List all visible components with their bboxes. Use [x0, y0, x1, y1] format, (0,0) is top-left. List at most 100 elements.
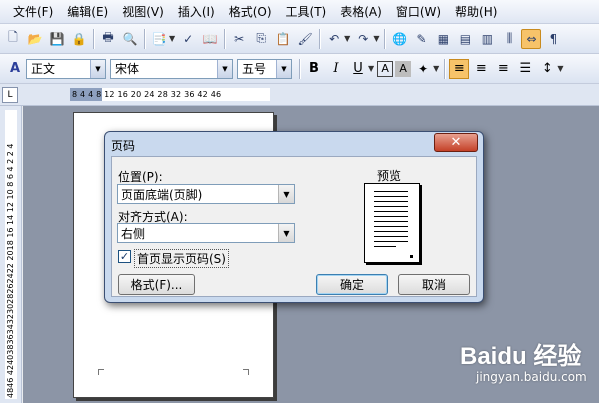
cut-icon[interactable]: ✂	[229, 29, 249, 49]
save-icon[interactable]: 💾	[47, 29, 67, 49]
open-folder-icon[interactable]: 📂	[25, 29, 45, 49]
paste-icon[interactable]: 📋	[273, 29, 293, 49]
crop-mark	[243, 369, 249, 375]
position-value: 页面底端(页脚)	[121, 187, 203, 202]
research-icon[interactable]: 📑	[149, 29, 169, 49]
menu-insert[interactable]: 插入(I)	[171, 2, 222, 22]
menu-help[interactable]: 帮助(H)	[448, 2, 504, 22]
preview-line	[374, 236, 408, 237]
position-label: 位置(P):	[118, 170, 163, 184]
vertical-ruler: 4846 4240383634323028262422 2018 16 14 1…	[0, 106, 22, 403]
format-button[interactable]: 格式(F)...	[118, 274, 195, 295]
chevron-down-icon[interactable]: ▼	[373, 34, 379, 43]
chevron-down-icon[interactable]: ▼	[278, 224, 294, 242]
chevron-down-icon[interactable]: ▼	[433, 64, 439, 73]
preview-line	[374, 226, 408, 227]
font-value: 宋体	[115, 62, 140, 76]
hyperlink-icon[interactable]: 🌐	[389, 29, 409, 49]
menu-edit[interactable]: 编辑(E)	[60, 2, 115, 22]
toolbar-separator	[384, 28, 386, 49]
preview-line	[374, 241, 408, 242]
baidu-logo: Baidu 经验	[460, 343, 582, 370]
font-size-value: 五号	[242, 62, 267, 76]
vertical-ruler-numbers: 4846 4240383634323028262422 2018 16 14 1…	[6, 143, 15, 398]
chevron-down-icon[interactable]: ▼	[278, 185, 294, 203]
line-spacing-icon[interactable]: ↕	[537, 59, 557, 79]
alignment-select[interactable]: 右侧 ▼	[117, 223, 295, 243]
style-combo[interactable]: 正文 ▼	[26, 58, 106, 79]
ok-button[interactable]: 确定	[316, 274, 388, 295]
insert-table-icon[interactable]: ▦	[433, 29, 453, 49]
preview-line	[374, 196, 408, 197]
copy-icon[interactable]: ⎘	[251, 29, 271, 49]
standard-toolbar: 🗋 📂 💾 🔒 🖶 🔍 📑 ▼ ✓ 📖 ✂ ⎘ 📋 🖌 ↶ ▼ ↷ ▼ 🌐 ✎ …	[0, 24, 599, 54]
print-preview-icon[interactable]: 🔍	[120, 29, 140, 49]
menu-file[interactable]: 文件(F)	[6, 2, 60, 22]
preview-line	[374, 246, 396, 247]
menu-tools[interactable]: 工具(T)	[279, 2, 334, 22]
preview-page-number	[410, 255, 413, 258]
preview-line	[374, 231, 408, 232]
align-right-icon[interactable]: ≡	[493, 59, 513, 79]
format-painter-icon[interactable]: 🖌	[295, 29, 315, 49]
spelling-icon[interactable]: ✓	[178, 29, 198, 49]
font-combo[interactable]: 宋体 ▼	[110, 58, 233, 79]
italic-button[interactable]: I	[326, 59, 346, 79]
align-center-icon[interactable]: ≡	[471, 59, 491, 79]
research-book-icon[interactable]: 📖	[200, 29, 220, 49]
document-map-icon[interactable]: ⇔	[521, 28, 542, 49]
drawing-icon[interactable]: ⫼	[499, 29, 519, 49]
chevron-down-icon[interactable]: ▼	[368, 64, 374, 73]
chevron-down-icon[interactable]: ▼	[276, 59, 291, 78]
toolbar-separator	[444, 58, 446, 79]
chevron-down-icon[interactable]: ▼	[169, 34, 175, 43]
insert-excel-icon[interactable]: ▤	[455, 29, 475, 49]
character-border-button[interactable]: A	[377, 60, 394, 77]
style-value: 正文	[31, 62, 56, 76]
baidu-watermark: Baidu 经验 jingyan.baidu.com	[446, 334, 596, 400]
preview-line	[374, 206, 408, 207]
cancel-button[interactable]: 取消	[398, 274, 470, 295]
preview-line	[374, 216, 408, 217]
print-icon[interactable]: 🖶	[98, 29, 118, 49]
text-effects-icon[interactable]: ✦	[413, 59, 433, 79]
first-page-checkbox[interactable]: ✓	[118, 250, 131, 263]
tables-borders-icon[interactable]: ✎	[411, 29, 431, 49]
formatting-toolbar: A 正文 ▼ 宋体 ▼ 五号 ▼ B I U ▼ A A ✦ ▼ ≡ ≡ ≡ ☰…	[0, 54, 599, 84]
toolbar-separator	[224, 28, 226, 49]
align-left-icon[interactable]: ≡	[449, 58, 470, 79]
chevron-down-icon[interactable]: ▼	[217, 59, 232, 78]
menu-window[interactable]: 窗口(W)	[389, 2, 448, 22]
menu-format[interactable]: 格式(O)	[222, 2, 279, 22]
show-hide-icon[interactable]: ¶	[543, 29, 563, 49]
page-number-dialog: 页码 ✕ 位置(P): 页面底端(页脚) ▼ 对齐方式(A): 右侧 ▼ ✓ 首…	[104, 131, 484, 303]
character-shading-button[interactable]: A	[395, 60, 412, 77]
position-select[interactable]: 页面底端(页脚) ▼	[117, 184, 295, 204]
toolbar-separator	[93, 28, 94, 49]
chevron-down-icon[interactable]: ▼	[90, 59, 105, 78]
tab-selector[interactable]: L	[2, 87, 18, 103]
chevron-down-icon[interactable]: ▼	[344, 34, 350, 43]
styles-pane-icon[interactable]: A	[5, 59, 25, 79]
underline-button[interactable]: U	[348, 59, 368, 79]
preview-page	[364, 183, 420, 263]
bold-button[interactable]: B	[304, 59, 324, 79]
new-document-icon[interactable]: 🗋	[3, 29, 23, 49]
first-page-label[interactable]: 首页显示页码(S)	[134, 249, 229, 268]
close-button[interactable]: ✕	[434, 133, 478, 152]
undo-icon[interactable]: ↶	[324, 29, 344, 49]
menu-table[interactable]: 表格(A)	[333, 2, 389, 22]
menu-view[interactable]: 视图(V)	[115, 2, 171, 22]
permission-icon[interactable]: 🔒	[69, 29, 89, 49]
preview-line	[374, 191, 408, 192]
dialog-title: 页码	[111, 139, 136, 153]
columns-icon[interactable]: ▥	[477, 29, 497, 49]
chevron-down-icon[interactable]: ▼	[557, 64, 563, 73]
justify-icon[interactable]: ☰	[515, 59, 535, 79]
menu-bar: 文件(F) 编辑(E) 视图(V) 插入(I) 格式(O) 工具(T) 表格(A…	[0, 0, 599, 24]
toolbar-separator	[319, 28, 321, 49]
toolbar-separator	[299, 58, 300, 79]
toolbar-separator	[144, 28, 145, 49]
font-size-combo[interactable]: 五号 ▼	[237, 58, 292, 79]
redo-icon[interactable]: ↷	[353, 29, 373, 49]
